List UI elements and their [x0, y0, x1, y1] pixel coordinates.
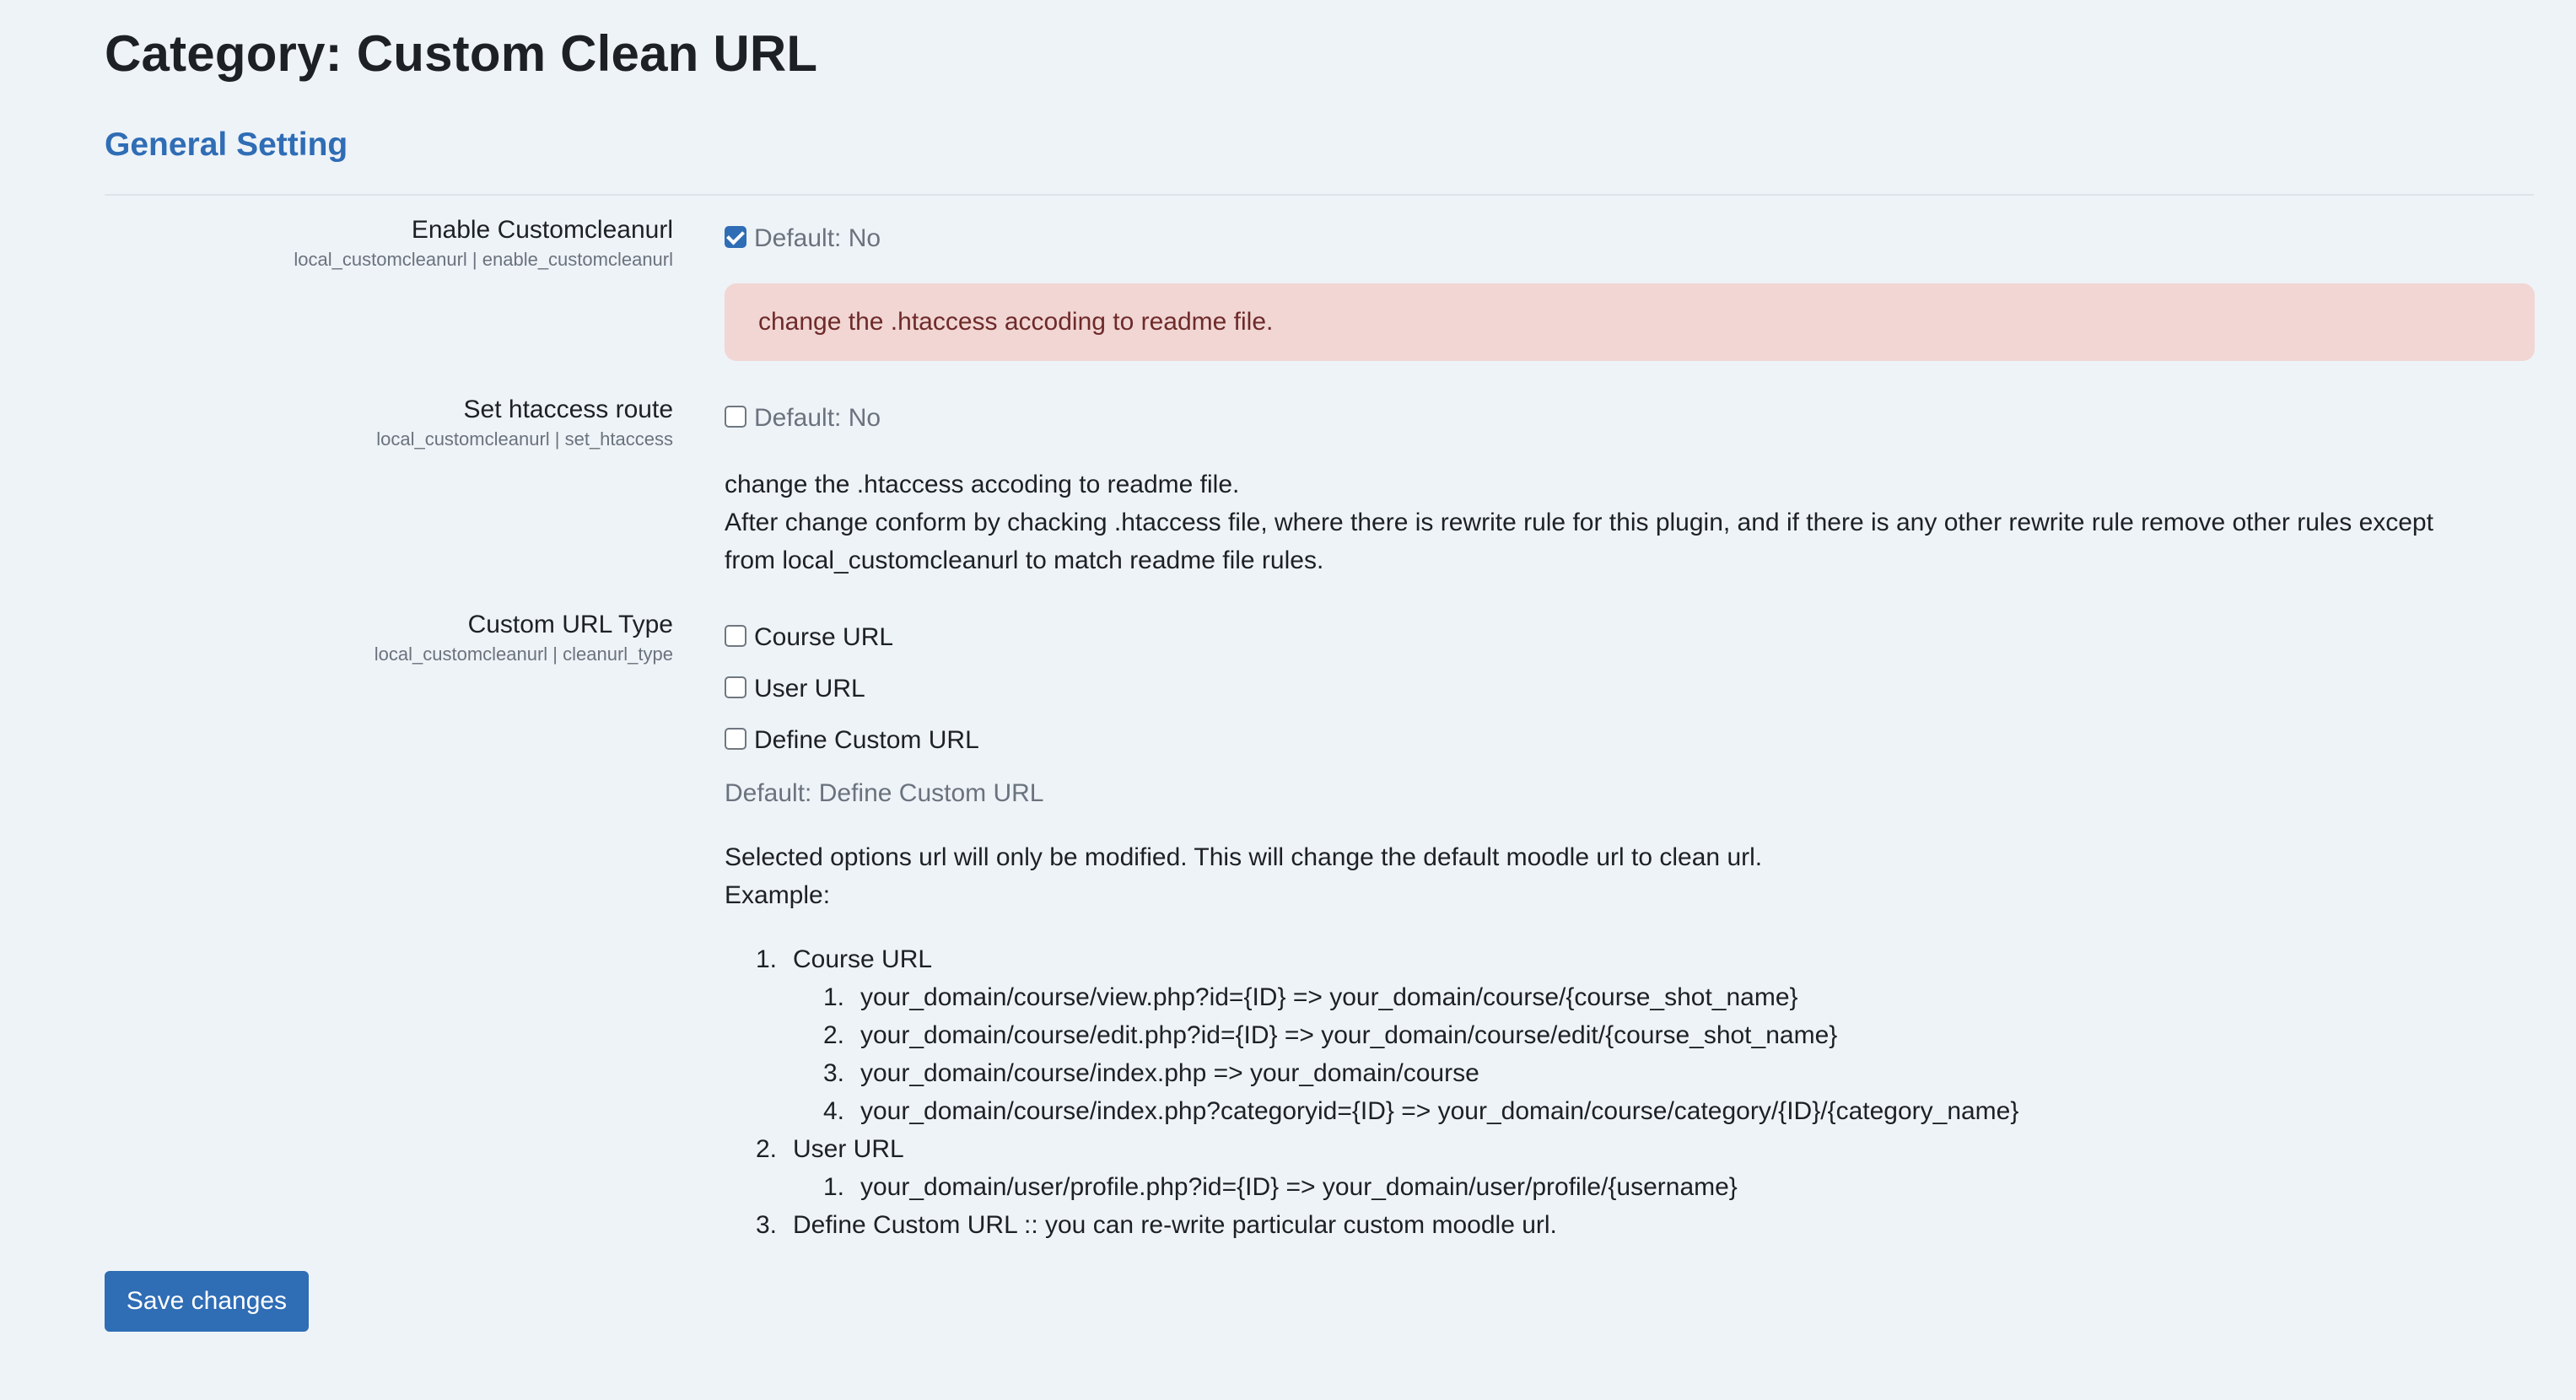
sublist-number: 1. — [822, 983, 844, 1011]
url-example-text: your_domain/course/edit.php?id={ID} => y… — [860, 1021, 1838, 1049]
user-url-option[interactable]: User URL — [725, 672, 2530, 706]
set-htaccess-description-line: change the .htaccess accoding to readme … — [725, 471, 1240, 498]
settings-page: Category: Custom Clean URL General Setti… — [0, 0, 2576, 1400]
htaccess-alert: change the .htaccess accoding to readme … — [725, 283, 2535, 361]
url-example-text: your_domain/user/profile.php?id={ID} => … — [860, 1173, 1738, 1201]
url-example-item: 3. Define Custom URL :: you can re-write… — [742, 1206, 2018, 1244]
custom-url-type-label: Custom URL Type — [467, 611, 673, 638]
enable-customcleanurl-control: Default: No — [725, 222, 2530, 256]
custom-url-type-default: Default: Define Custom URL — [725, 774, 2534, 812]
custom-url-type-setting-name: local_customcleanurl | cleanurl_type — [374, 643, 673, 665]
section-divider — [105, 194, 2534, 196]
list-number: 2. — [755, 1135, 777, 1163]
url-example-subitem: 1. your_domain/course/view.php?id={ID} =… — [742, 978, 2018, 1016]
url-example-list: 1. Course URL 1. your_domain/course/view… — [742, 940, 2018, 1244]
course-url-checkbox[interactable] — [725, 625, 746, 647]
url-example-subitem: 3. your_domain/course/index.php => your_… — [742, 1054, 2018, 1092]
url-example-subitem: 2. your_domain/course/edit.php?id={ID} =… — [742, 1016, 2018, 1054]
url-example-text: your_domain/course/index.php => your_dom… — [860, 1059, 1479, 1087]
custom-url-type-label-block: Custom URL Type local_customcleanurl | c… — [375, 608, 673, 667]
define-custom-url-checkbox[interactable] — [725, 728, 746, 750]
list-number: 3. — [755, 1211, 777, 1239]
user-url-checkbox[interactable] — [725, 676, 746, 698]
define-custom-url-option[interactable]: Define Custom URL — [725, 724, 2530, 757]
set-htaccess-setting-name: local_customcleanurl | set_htaccess — [376, 428, 673, 450]
set-htaccess-label: Set htaccess route — [463, 396, 673, 423]
set-htaccess-label-block: Set htaccess route local_customcleanurl … — [376, 393, 673, 452]
section-title-general-setting: General Setting — [105, 127, 348, 163]
sublist-number: 3. — [822, 1059, 844, 1087]
user-url-option-label: User URL — [754, 675, 865, 703]
url-example-item: 2. User URL — [742, 1130, 2018, 1168]
list-item-label: Define Custom URL :: you can re-write pa… — [793, 1211, 1557, 1239]
sublist-number: 2. — [822, 1021, 844, 1049]
enable-customcleanurl-label-block: Enable Customcleanurl local_customcleanu… — [294, 213, 673, 272]
sublist-number: 1. — [822, 1173, 844, 1201]
enable-customcleanurl-setting-name: local_customcleanurl | enable_customclea… — [294, 249, 673, 270]
enable-customcleanurl-checkbox-row[interactable]: Default: No — [725, 222, 2530, 256]
set-htaccess-description-line: After change conform by chacking .htacce… — [725, 509, 2433, 536]
check-mark-icon — [726, 226, 745, 245]
define-custom-url-option-label: Define Custom URL — [754, 726, 979, 754]
set-htaccess-default: Default: No — [754, 404, 881, 432]
set-htaccess-checkbox-row[interactable]: Default: No — [725, 401, 2530, 435]
set-htaccess-checkbox[interactable] — [725, 406, 746, 428]
url-example-subitem: 4. your_domain/course/index.php?category… — [742, 1092, 2018, 1130]
custom-url-type-default-text: Default: Define Custom URL — [725, 779, 1044, 807]
course-url-option[interactable]: Course URL — [725, 621, 2530, 654]
custom-url-type-description-line: Selected options url will only be modifi… — [725, 843, 1763, 871]
page-title: Category: Custom Clean URL — [105, 25, 818, 82]
custom-url-type-options: Course URL User URL Define Custom URL — [725, 621, 2530, 757]
course-url-option-label: Course URL — [754, 623, 894, 651]
sublist-number: 4. — [822, 1097, 844, 1125]
set-htaccess-description: change the .htaccess accoding to readme … — [725, 466, 2534, 579]
url-example-text: your_domain/course/index.php?categoryid=… — [860, 1097, 2019, 1125]
set-htaccess-description-line: from local_customcleanurl to match readm… — [725, 547, 1324, 574]
custom-url-type-description-line: Example: — [725, 881, 831, 909]
set-htaccess-control: Default: No — [725, 401, 2530, 435]
list-number: 1. — [755, 945, 777, 973]
url-example-subitem: 1. your_domain/user/profile.php?id={ID} … — [742, 1168, 2018, 1206]
enable-customcleanurl-default: Default: No — [754, 224, 881, 252]
url-example-item: 1. Course URL — [742, 940, 2018, 978]
enable-customcleanurl-label: Enable Customcleanurl — [411, 216, 673, 244]
custom-url-type-description: Selected options url will only be modifi… — [725, 838, 2534, 914]
save-changes-button[interactable]: Save changes — [105, 1271, 309, 1332]
enable-customcleanurl-checkbox[interactable] — [725, 226, 746, 248]
url-example-text: your_domain/course/view.php?id={ID} => y… — [860, 983, 1798, 1011]
